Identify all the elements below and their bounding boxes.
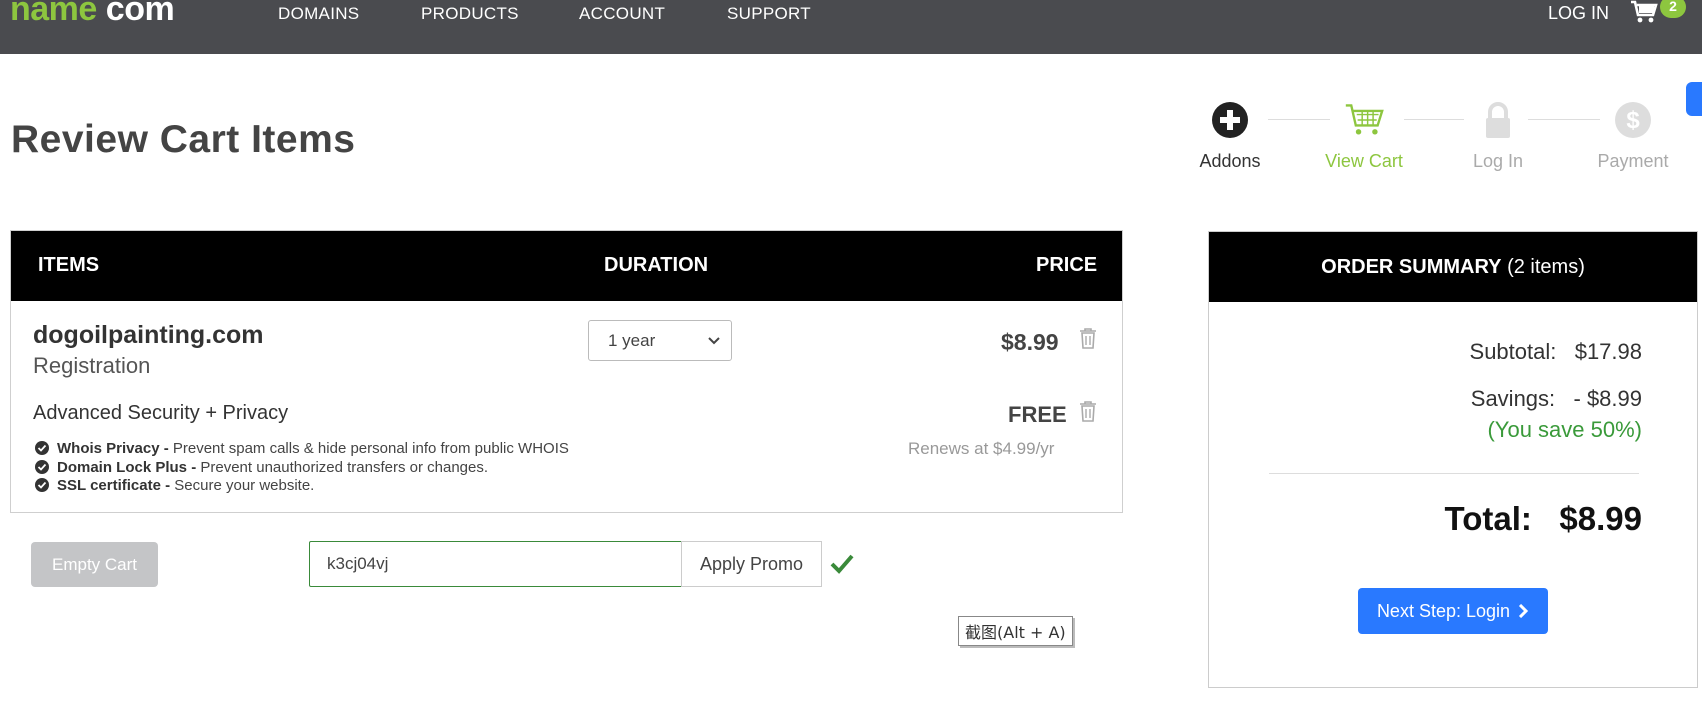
chevron-right-icon [1518, 603, 1529, 619]
check-circle-icon [35, 441, 49, 455]
next-step-button[interactable]: Next Step: Login [1358, 588, 1548, 634]
feature-item: SSL certificate - Secure your website. [35, 477, 314, 494]
svg-text:$: $ [1626, 107, 1640, 134]
cart-icon [1345, 104, 1384, 135]
addon-name: Advanced Security + Privacy [33, 402, 289, 424]
savings-value: - $8.99 [1573, 386, 1643, 411]
chevron-down-icon [708, 337, 720, 345]
empty-cart-button[interactable]: Empty Cart [31, 542, 158, 587]
step-view-cart[interactable]: View Cart [1304, 100, 1424, 172]
promo-code-input[interactable] [309, 541, 682, 587]
apply-promo-button[interactable]: Apply Promo [681, 541, 822, 587]
cart-items-table: ITEMS DURATION PRICE dogoilpainting.com … [10, 230, 1123, 513]
checkmark-icon [830, 554, 854, 574]
site-logo[interactable]: name.com [10, 0, 175, 29]
duration-value: 1 year [608, 331, 656, 350]
step-label: Payment [1597, 151, 1669, 171]
nav-account[interactable]: ACCOUNT [579, 4, 665, 24]
screenshot-tooltip: 截图(Alt + A) [958, 616, 1073, 646]
step-payment[interactable]: $ Payment [1573, 100, 1693, 172]
item-type: Registration [33, 353, 151, 378]
login-link[interactable]: LOG IN [1548, 3, 1609, 24]
header-price: PRICE [1036, 254, 1098, 276]
check-circle-icon [35, 478, 49, 492]
savings-percent: (You save 50%) [1487, 417, 1642, 442]
step-addons[interactable]: Addons [1170, 100, 1290, 172]
page-title: Review Cart Items [11, 118, 356, 161]
plus-circle-icon [1212, 102, 1248, 138]
addon-price: FREE [1008, 402, 1067, 427]
total-value: $8.99 [1559, 500, 1642, 537]
top-nav: name.com DOMAINS PRODUCTS ACCOUNT SUPPOR… [0, 0, 1702, 54]
duration-select[interactable]: 1 year [588, 320, 732, 361]
step-log-in[interactable]: Log In [1438, 100, 1558, 172]
step-label: Log In [1472, 151, 1524, 171]
domain-price: $8.99 [1001, 329, 1059, 355]
nav-support[interactable]: SUPPORT [727, 4, 811, 24]
step-label: Addons [1199, 151, 1261, 171]
domain-name: dogoilpainting.com [33, 321, 264, 349]
check-circle-icon [35, 460, 49, 474]
subtotal-value: $17.98 [1574, 339, 1642, 364]
feature-item: Domain Lock Plus - Prevent unauthorized … [35, 459, 488, 476]
summary-header: ORDER SUMMARY (2 items) [1209, 232, 1697, 302]
total-row: Total: $8.99 [1444, 500, 1642, 537]
savings-row: Savings: - $8.99 [1470, 386, 1643, 411]
subtotal-row: Subtotal: $17.98 [1469, 339, 1642, 364]
nav-products[interactable]: PRODUCTS [421, 4, 519, 24]
trash-icon[interactable] [1079, 327, 1097, 349]
trash-icon[interactable] [1079, 400, 1097, 422]
cart-count-badge: 2 [1660, 0, 1686, 18]
nav-domains[interactable]: DOMAINS [278, 4, 359, 24]
dollar-circle-icon: $ [1615, 102, 1651, 138]
summary-divider [1269, 473, 1639, 474]
step-label: View Cart [1325, 151, 1403, 171]
header-duration: DURATION [604, 254, 709, 276]
lock-icon [1486, 102, 1510, 138]
table-header: ITEMS DURATION PRICE [11, 231, 1122, 301]
renewal-price: Renews at $4.99/yr [908, 439, 1055, 458]
header-items: ITEMS [38, 254, 100, 276]
cart-icon[interactable] [1630, 0, 1658, 24]
feature-item: Whois Privacy - Prevent spam calls & hid… [35, 440, 569, 457]
